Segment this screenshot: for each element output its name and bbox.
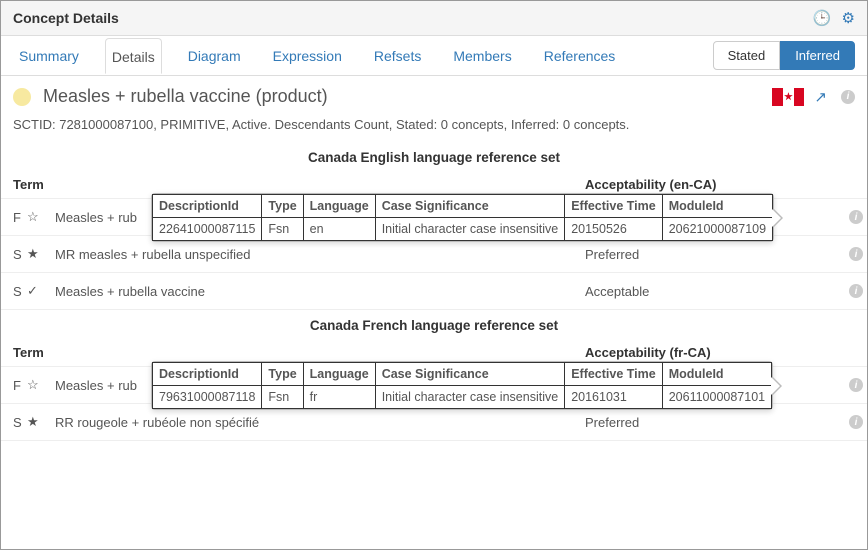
row-acceptability: Acceptable [585, 284, 835, 299]
td: Fsn [262, 218, 303, 241]
td: Fsn [262, 386, 303, 409]
info-icon[interactable]: i [841, 90, 855, 104]
th-effective: Effective Time [565, 363, 663, 386]
th-case: Case Significance [375, 195, 564, 218]
info-icon[interactable]: i [849, 415, 863, 429]
concept-circle-icon [13, 88, 31, 106]
row-acceptability: Preferred [585, 415, 835, 430]
tabs: Summary Details Diagram Expression Refse… [13, 38, 713, 73]
table-row: F Measles + rub i DescriptionId Type Lan… [1, 367, 867, 404]
th-effective: Effective Time [565, 195, 663, 218]
tab-refsets[interactable]: Refsets [368, 38, 427, 73]
tab-members[interactable]: Members [447, 38, 517, 73]
th-moduleid: ModuleId [662, 195, 772, 218]
row-marker: F [13, 210, 27, 225]
row-marker: S [13, 247, 27, 262]
col-acc-header: Acceptability (fr-CA) [585, 345, 855, 360]
concept-title: Measles + rubella vaccine (product) [43, 86, 772, 107]
th-type: Type [262, 363, 303, 386]
popover-arrow-icon [772, 376, 782, 396]
td: Initial character case insensitive [375, 218, 564, 241]
td: fr [303, 386, 375, 409]
th-language: Language [303, 195, 375, 218]
row-acceptability: Preferred [585, 247, 835, 262]
history-icon[interactable]: 🕒 [813, 9, 832, 27]
tabs-row: Summary Details Diagram Expression Refse… [1, 36, 867, 76]
th-descriptionid: DescriptionId [153, 363, 262, 386]
tab-details[interactable]: Details [105, 38, 162, 74]
info-icon[interactable]: i [849, 210, 863, 224]
td: 20611000087101 [662, 386, 771, 409]
row-term: RR rougeole + rubéole non spécifié [55, 415, 585, 430]
th-language: Language [303, 363, 375, 386]
star-outline-icon[interactable] [27, 377, 45, 393]
th-case: Case Significance [375, 363, 564, 386]
popover-arrow-icon [773, 208, 783, 228]
row-marker: F [13, 378, 27, 393]
star-filled-icon[interactable] [27, 246, 45, 262]
tab-expression[interactable]: Expression [267, 38, 348, 73]
canada-flag-icon [772, 88, 804, 106]
tab-references[interactable]: References [538, 38, 622, 73]
external-link-icon[interactable]: ↗ [814, 88, 827, 106]
info-icon[interactable]: i [849, 284, 863, 298]
info-icon[interactable]: i [849, 247, 863, 261]
panel-title: Concept Details [13, 10, 813, 26]
header-action-icons: 🕒 ⚙ [813, 9, 855, 27]
col-term-header: Term [13, 345, 585, 360]
popover-table: DescriptionId Type Language Case Signifi… [152, 194, 773, 241]
popover-table: DescriptionId Type Language Case Signifi… [152, 362, 772, 409]
view-toggle: Stated Inferred [713, 41, 855, 70]
td: Initial character case insensitive [375, 386, 564, 409]
col-term-header: Term [13, 177, 585, 192]
th-moduleid: ModuleId [662, 363, 771, 386]
concept-metadata: SCTID: 7281000087100, PRIMITIVE, Active.… [1, 111, 867, 142]
table-row: S Measles + rubella vaccine Acceptable i [1, 273, 867, 310]
td: en [303, 218, 375, 241]
star-filled-icon[interactable] [27, 414, 45, 430]
section-title-fr: Canada French language reference set [1, 310, 867, 341]
tab-summary[interactable]: Summary [13, 38, 85, 73]
row-marker: S [13, 415, 27, 430]
row-marker: S [13, 284, 27, 299]
check-icon[interactable] [27, 283, 45, 299]
td: 20161031 [565, 386, 663, 409]
row-term: Measles + rubella vaccine [55, 284, 585, 299]
inferred-button[interactable]: Inferred [780, 41, 855, 70]
gear-icon[interactable]: ⚙ [842, 9, 855, 27]
row-term: MR measles + rubella unspecified [55, 247, 585, 262]
table-row: F Measles + rub i DescriptionId Type Lan… [1, 199, 867, 236]
section-title-en: Canada English language reference set [1, 142, 867, 173]
stated-button[interactable]: Stated [713, 41, 781, 70]
concept-row: Measles + rubella vaccine (product) ↗ i [1, 76, 867, 111]
td: 22641000087115 [153, 218, 262, 241]
details-popover-fr: DescriptionId Type Language Case Signifi… [151, 361, 773, 410]
td: 79631000087118 [153, 386, 262, 409]
col-acc-header: Acceptability (en-CA) [585, 177, 855, 192]
td: 20150526 [565, 218, 663, 241]
info-icon[interactable]: i [849, 378, 863, 392]
td: 20621000087109 [662, 218, 772, 241]
panel-header: Concept Details 🕒 ⚙ [1, 1, 867, 36]
th-type: Type [262, 195, 303, 218]
star-outline-icon[interactable] [27, 209, 45, 225]
details-popover-en: DescriptionId Type Language Case Signifi… [151, 193, 774, 242]
tab-diagram[interactable]: Diagram [182, 38, 247, 73]
th-descriptionid: DescriptionId [153, 195, 262, 218]
